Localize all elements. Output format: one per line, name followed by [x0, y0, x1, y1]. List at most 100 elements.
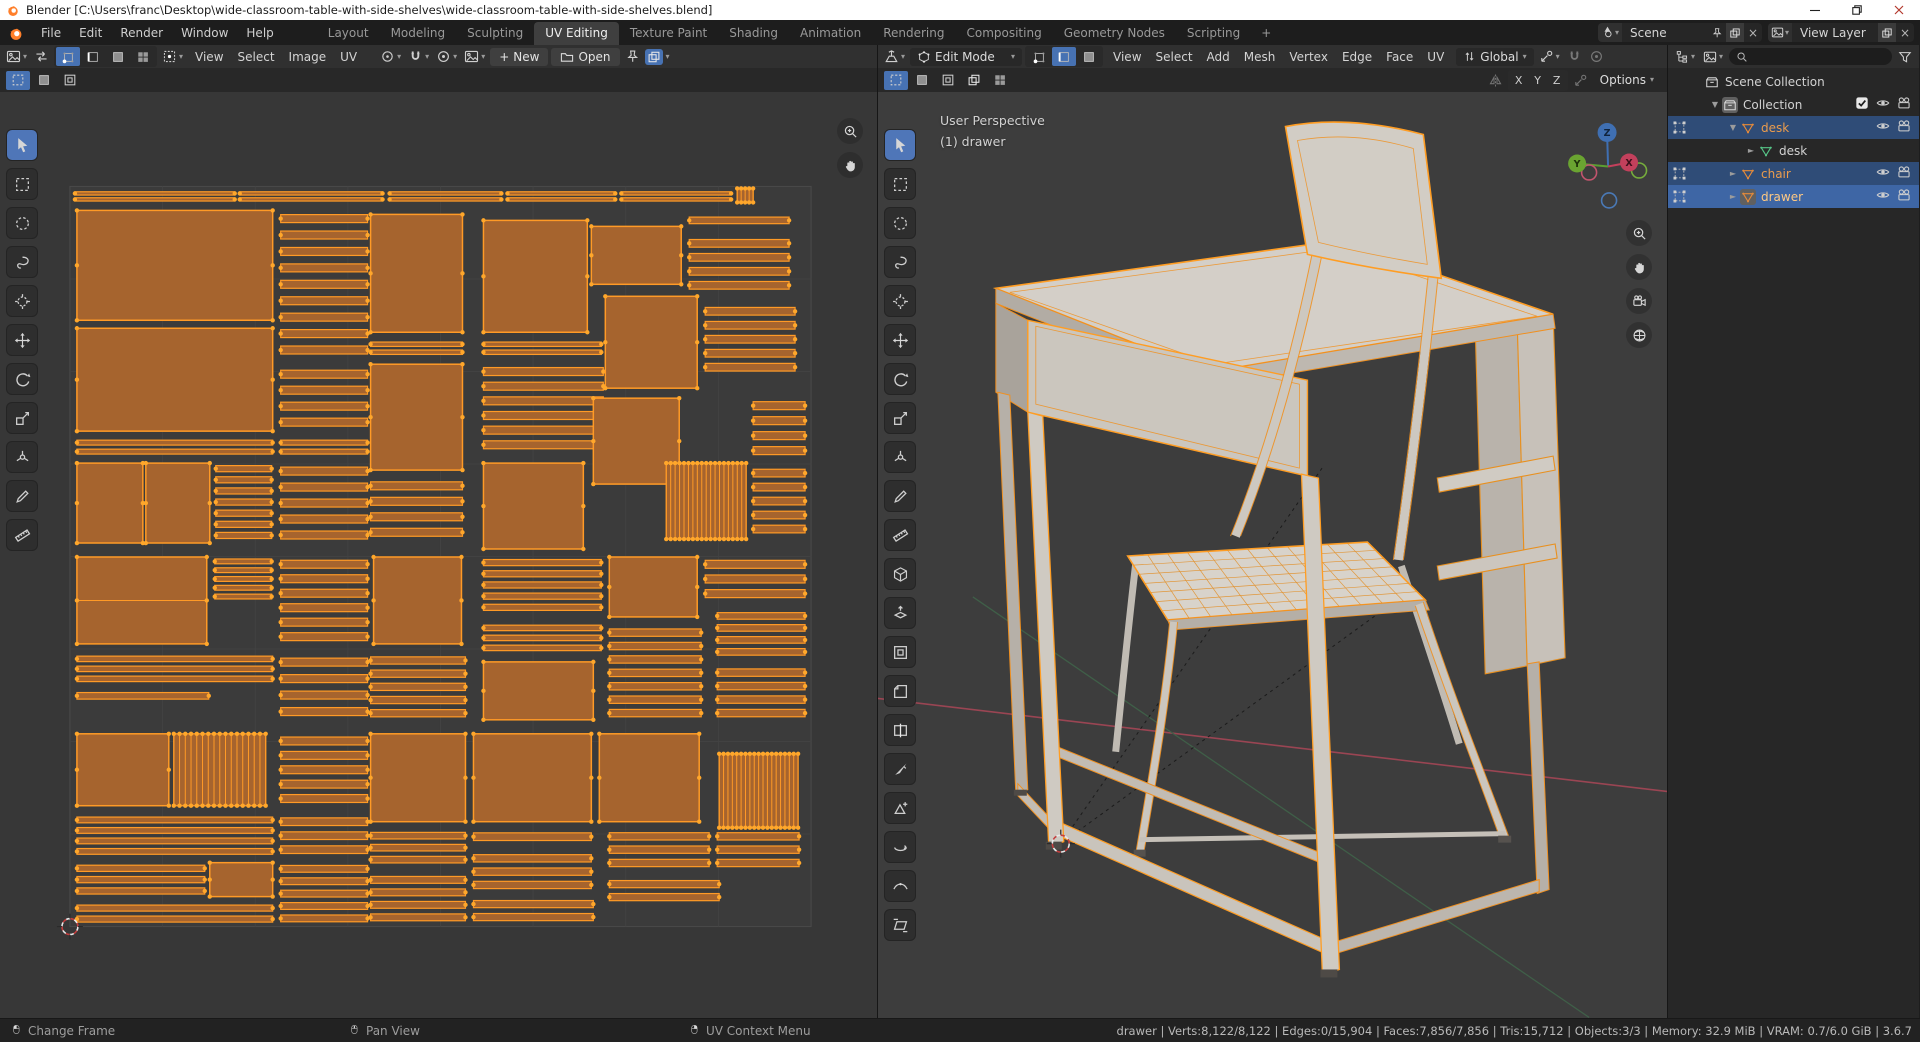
uv-island[interactable]	[481, 624, 604, 652]
measure-tool-button[interactable]	[7, 520, 37, 550]
select-circle-tool-button[interactable]	[7, 208, 37, 238]
uv-island[interactable]	[74, 731, 172, 808]
uv-island[interactable]	[368, 212, 465, 335]
perspective-toggle-icon[interactable]	[1626, 322, 1652, 348]
navigation-gizmo[interactable]: Z Y X	[1568, 123, 1648, 209]
view-layer-selector[interactable]: ▾ View Layer ×	[1767, 23, 1914, 42]
select-lasso-tool-button[interactable]	[885, 247, 915, 277]
snap-dropdown[interactable]: ▾	[406, 48, 431, 65]
uv-menu-uv[interactable]: UV	[333, 50, 364, 64]
viewport-canvas[interactable]: Z Y X User Perspective (1) drawer	[878, 92, 1667, 1018]
tweak-tool-button[interactable]	[7, 130, 37, 160]
bevel-tool-button[interactable]	[885, 676, 915, 706]
uv-island[interactable]	[74, 326, 275, 434]
snap-target-dropdown[interactable]: ▾	[1537, 48, 1562, 65]
pivot-point-dropdown[interactable]: ▾	[378, 48, 403, 65]
editor-type-button[interactable]: ▾	[4, 48, 29, 65]
desk-shelf-unit[interactable]	[1436, 315, 1566, 675]
inset-tool-button[interactable]	[885, 637, 915, 667]
scale-tool-button[interactable]	[885, 403, 915, 433]
smooth-tool-button[interactable]	[885, 871, 915, 901]
scene-icon[interactable]: ▾	[1597, 23, 1622, 42]
scene-name[interactable]: Scene	[1622, 26, 1708, 40]
uv-island[interactable]	[278, 817, 370, 855]
disclosure-closed-icon[interactable]: ►	[1726, 192, 1740, 201]
uv-island[interactable]	[368, 362, 465, 473]
outliner-row-scene-collection[interactable]: Scene Collection	[1668, 70, 1919, 93]
cursor-tool-button[interactable]	[885, 286, 915, 316]
remove-view-layer-button[interactable]: ×	[1896, 23, 1914, 42]
select-mode-extend-button[interactable]	[910, 71, 934, 90]
viewport-menu-select[interactable]: Select	[1149, 50, 1200, 64]
view-layer-name[interactable]: View Layer	[1792, 26, 1878, 40]
transform-tool-button[interactable]	[885, 442, 915, 472]
tweak-tool-button[interactable]	[885, 130, 915, 160]
object-name[interactable]: drawer	[1761, 190, 1876, 204]
editor-type-button[interactable]: ▾	[882, 48, 907, 65]
pan-hand-icon[interactable]	[837, 152, 863, 178]
menu-window[interactable]: Window	[172, 20, 237, 45]
open-image-button[interactable]: Open	[551, 47, 620, 66]
workspace-tab-modeling[interactable]: Modeling	[380, 22, 457, 45]
workspace-tab-animation[interactable]: Animation	[789, 22, 872, 45]
scene-selector[interactable]: ▾ Scene ×	[1597, 23, 1762, 42]
tool-options-dropdown[interactable]: Options ▾	[1592, 71, 1661, 89]
transform-orientation-dropdown[interactable]: Global ▾	[1456, 47, 1534, 66]
uv-island[interactable]	[603, 294, 700, 391]
annotate-tool-button[interactable]	[7, 481, 37, 511]
select-mode-intersect-button[interactable]	[988, 71, 1012, 90]
eye-icon[interactable]	[1876, 119, 1890, 136]
uv-island[interactable]	[734, 186, 756, 205]
uv-canvas[interactable]	[0, 92, 877, 1018]
uv-menu-view[interactable]: View	[188, 50, 230, 64]
uv-island[interactable]	[664, 460, 749, 542]
uv-select-island-button[interactable]	[131, 47, 155, 66]
uv-select-edge-button[interactable]	[81, 47, 105, 66]
transform-tool-button[interactable]	[7, 442, 37, 472]
menu-file[interactable]: File	[32, 20, 70, 45]
menu-help[interactable]: Help	[237, 20, 282, 45]
eye-icon[interactable]	[1876, 188, 1890, 205]
extrude-tool-button[interactable]	[885, 598, 915, 628]
outliner-row-drawer[interactable]: ► drawer	[1668, 185, 1919, 208]
viewport-menu-view[interactable]: View	[1106, 50, 1148, 64]
outliner-row-desk[interactable]: ▼ desk	[1668, 116, 1919, 139]
measure-tool-button[interactable]	[885, 520, 915, 550]
new-view-layer-button[interactable]	[1878, 23, 1896, 42]
select-circle-tool-button[interactable]	[885, 208, 915, 238]
uv-island[interactable]	[687, 216, 792, 225]
uv-island[interactable]	[607, 832, 712, 868]
select-mode-subtract-button[interactable]	[58, 71, 82, 90]
rotate-tool-button[interactable]	[885, 364, 915, 394]
camera-visibility-icon[interactable]	[1897, 119, 1911, 136]
shear-tool-button[interactable]	[885, 910, 915, 940]
pan-hand-icon[interactable]	[1626, 254, 1652, 280]
object-name[interactable]: desk	[1779, 144, 1911, 158]
uv-island[interactable]	[74, 655, 275, 683]
menu-edit[interactable]: Edit	[70, 20, 111, 45]
select-mode-set-button[interactable]	[884, 70, 908, 90]
uv-island[interactable]	[74, 864, 207, 895]
object-name[interactable]: Collection	[1743, 98, 1855, 112]
uv-island[interactable]	[589, 224, 684, 287]
eye-icon[interactable]	[1876, 165, 1890, 182]
camera-view-icon[interactable]	[1626, 288, 1652, 314]
disclosure-open-icon[interactable]: ▼	[1726, 123, 1740, 132]
delete-scene-button[interactable]: ×	[1744, 23, 1762, 42]
zoom-icon[interactable]	[837, 118, 863, 144]
uv-island[interactable]	[74, 208, 275, 323]
select-lasso-tool-button[interactable]	[7, 247, 37, 277]
viewport-menu-add[interactable]: Add	[1200, 50, 1237, 64]
new-scene-button[interactable]	[1725, 23, 1744, 42]
mode-dropdown[interactable]: Edit Mode ▾	[910, 47, 1023, 66]
desk-object[interactable]	[992, 239, 1556, 477]
outliner-row-chair[interactable]: ► chair	[1668, 162, 1919, 185]
editor-type-button[interactable]: ▾	[1673, 49, 1697, 65]
workspace-tab-scripting[interactable]: Scripting	[1176, 22, 1251, 45]
rotate-tool-button[interactable]	[7, 364, 37, 394]
uv-island[interactable]	[368, 831, 468, 864]
annotate-tool-button[interactable]	[885, 481, 915, 511]
uv-menu-image[interactable]: Image	[282, 50, 334, 64]
view-layer-icon[interactable]: ▾	[1767, 23, 1792, 42]
uv-island[interactable]	[481, 218, 590, 335]
